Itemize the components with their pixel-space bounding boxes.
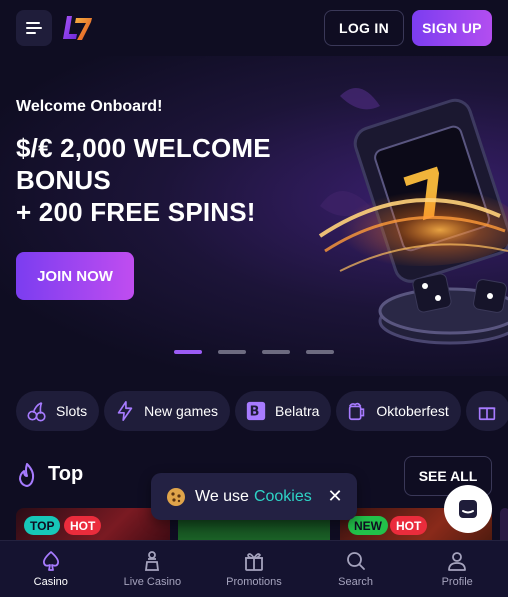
carousel-dots	[174, 350, 334, 354]
nav-label: Profile	[441, 576, 473, 588]
login-button[interactable]: LOG IN	[324, 10, 404, 46]
category-oktoberfest[interactable]: Oktoberfest	[336, 391, 461, 431]
carousel-dot[interactable]	[262, 350, 290, 354]
lightning-icon	[117, 401, 133, 421]
belatra-logo-icon: B	[246, 401, 266, 421]
join-now-button[interactable]: JOIN NOW	[16, 252, 134, 300]
nav-live-casino[interactable]: Live Casino	[102, 541, 204, 597]
hero-title-line: + 200 FREE SPINS!	[16, 197, 256, 227]
carousel-dot[interactable]	[174, 350, 202, 354]
nav-label: Casino	[33, 576, 68, 588]
chip-label: Belatra	[275, 403, 320, 419]
badge-top: TOP	[24, 516, 61, 535]
hero-banner[interactable]: 7 Welcome Onboard! $/€ 2,000 WELCOME BON…	[0, 56, 508, 376]
carousel-dot[interactable]	[218, 350, 246, 354]
category-new-games[interactable]: New games	[104, 391, 231, 431]
chat-button[interactable]	[444, 485, 492, 533]
close-icon[interactable]: ✕	[325, 486, 345, 506]
search-icon	[346, 552, 365, 570]
chat-icon	[459, 500, 477, 518]
nav-label: Search	[338, 576, 373, 588]
nav-promotions[interactable]: Promotions	[203, 541, 305, 597]
chip-label: Oktoberfest	[376, 403, 449, 419]
profile-icon	[448, 552, 467, 571]
category-chips: Slots New games B Belatra Oktoberfest	[16, 391, 508, 431]
logo-icon[interactable]	[62, 12, 94, 44]
hamburger-icon	[26, 22, 42, 34]
signup-button[interactable]: SIGN UP	[412, 10, 492, 46]
badge-new: NEW	[348, 516, 388, 535]
flame-icon	[19, 463, 35, 487]
live-dealer-icon	[145, 551, 160, 571]
chip-label: Slots	[56, 403, 88, 419]
gift-icon	[478, 407, 496, 421]
cookie-banner: We use Cookies ✕	[151, 473, 357, 520]
hero-title-line: BONUS	[16, 165, 111, 195]
cookie-text: We use	[195, 487, 249, 505]
category-slots[interactable]: Slots	[16, 391, 100, 431]
menu-button[interactable]	[16, 10, 52, 46]
badge-hot: HOT	[390, 516, 428, 535]
beer-mug-icon	[349, 402, 365, 421]
category-gifts[interactable]	[465, 391, 508, 431]
bottom-nav: Casino Live Casino Promotions Search Pro…	[0, 540, 508, 597]
cherries-icon	[27, 401, 46, 422]
hero-subtitle: Welcome Onboard!	[16, 98, 163, 115]
nav-search[interactable]: Search	[305, 541, 407, 597]
gift-icon	[244, 553, 263, 571]
nav-profile[interactable]: Profile	[406, 541, 508, 597]
nav-label: Live Casino	[123, 576, 182, 588]
slot-machine-illustration: 7	[318, 88, 508, 345]
cookie-icon	[167, 487, 185, 506]
cookie-link[interactable]: Cookies	[254, 488, 312, 506]
casino-spade-icon	[42, 551, 59, 571]
category-belatra[interactable]: B Belatra	[235, 391, 332, 431]
hero-title-line: $/€ 2,000 WELCOME	[16, 133, 271, 163]
chip-label: New games	[144, 403, 219, 419]
badge-hot: HOT	[64, 516, 102, 535]
hero-title: $/€ 2,000 WELCOME BONUS + 200 FREE SPINS…	[16, 132, 316, 228]
nav-casino[interactable]: Casino	[0, 541, 102, 597]
header: LOG IN SIGN UP	[0, 0, 508, 56]
nav-label: Promotions	[226, 576, 282, 588]
section-title: Top	[48, 463, 84, 485]
carousel-dot[interactable]	[306, 350, 334, 354]
svg-text:B: B	[250, 405, 260, 420]
